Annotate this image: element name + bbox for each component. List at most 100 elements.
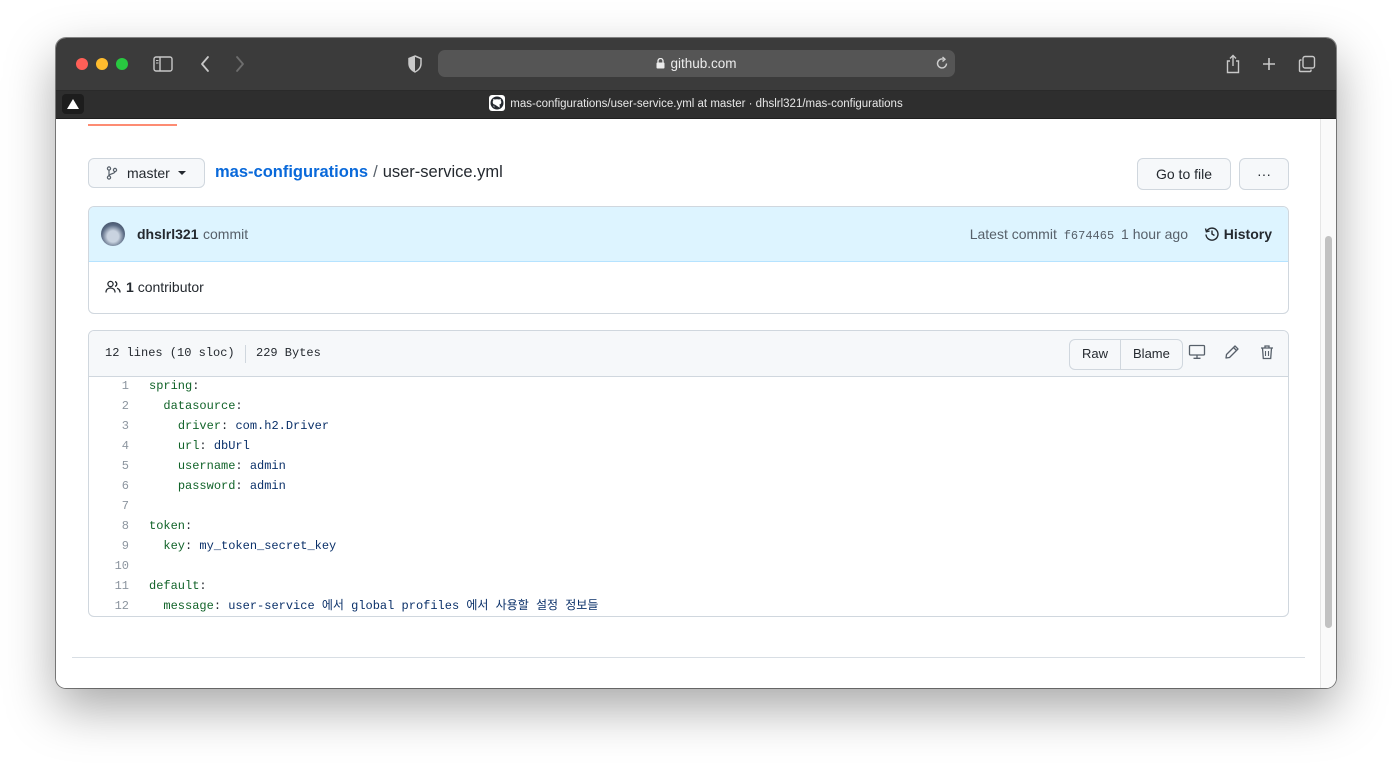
commit-time: 1 hour ago — [1121, 226, 1188, 242]
trash-icon[interactable] — [1259, 344, 1275, 364]
share-icon[interactable] — [1221, 52, 1245, 76]
commit-sha-link[interactable]: f674465 — [1064, 229, 1114, 243]
file-lines-info: 12 lines (10 sloc) — [105, 346, 235, 360]
yaml-separator: : — [213, 599, 229, 613]
commit-author-link[interactable]: dhslrl321 — [137, 226, 198, 242]
yaml-key: message — [163, 599, 214, 613]
code-line: 12 message: user-service 에서 global profi… — [89, 596, 599, 616]
caret-down-icon — [177, 171, 186, 175]
line-source: username: admin — [149, 456, 286, 476]
line-number[interactable]: 11 — [89, 576, 129, 596]
page-scrollbar[interactable] — [1320, 119, 1336, 688]
contributors-link[interactable]: 1 contributor — [105, 279, 204, 295]
line-number[interactable]: 2 — [89, 396, 129, 416]
line-number[interactable]: 8 — [89, 516, 129, 536]
browser-toolbar: github.com — [56, 38, 1336, 91]
yaml-key: url — [177, 439, 200, 453]
forward-icon[interactable] — [228, 52, 252, 76]
line-number[interactable]: 1 — [89, 376, 129, 396]
more-options-button[interactable]: ··· — [1239, 158, 1289, 190]
code-line: 9 key: my_token_secret_key — [89, 536, 336, 556]
page-content: master mas-configurations / user-service.y… — [56, 119, 1336, 688]
privacy-shield-icon[interactable] — [403, 52, 427, 76]
zoom-window-button[interactable] — [116, 58, 128, 70]
repo-link[interactable]: mas-configurations — [215, 163, 368, 181]
code-line: 8 token: — [89, 516, 192, 536]
yaml-value: user-service 에서 global profiles 에서 사용할 설… — [228, 599, 599, 613]
address-bar[interactable]: github.com — [438, 50, 955, 77]
line-number[interactable]: 10 — [89, 556, 129, 576]
line-source: key: my_token_secret_key — [149, 536, 336, 556]
latest-commit-label: Latest commit — [969, 226, 1057, 242]
footer-divider — [72, 657, 1305, 658]
url-text: github.com — [670, 56, 737, 71]
lock-icon — [656, 51, 665, 78]
yaml-key: spring — [149, 379, 193, 393]
line-number[interactable]: 9 — [89, 536, 129, 556]
tab-overview-icon[interactable] — [1295, 52, 1319, 76]
branch-select-button[interactable]: master — [88, 158, 205, 188]
breadcrumb: mas-configurations / user-service.yml — [215, 163, 503, 182]
git-branch-icon — [106, 166, 118, 180]
breadcrumb-separator: / — [373, 163, 378, 181]
yaml-separator: : — [192, 379, 200, 393]
active-tab[interactable]: mas-configurations/user-service.yml at m… — [56, 91, 1336, 118]
yaml-key: default — [149, 579, 200, 593]
reload-icon[interactable] — [935, 55, 949, 76]
line-number[interactable]: 3 — [89, 416, 129, 436]
line-number[interactable]: 6 — [89, 476, 129, 496]
pencil-icon[interactable] — [1224, 344, 1240, 364]
code-line: 1 spring: — [89, 376, 200, 396]
file-name: user-service.yml — [382, 163, 503, 181]
scrollbar-thumb[interactable] — [1325, 236, 1332, 628]
back-icon[interactable] — [193, 52, 217, 76]
yaml-key: driver — [177, 419, 222, 433]
code-line: 6 password: admin — [89, 476, 286, 496]
code-line: 10 — [89, 556, 129, 576]
yaml-value: admin — [249, 479, 286, 493]
code-line: 4 url: dbUrl — [89, 436, 250, 456]
yaml-separator: : — [221, 419, 236, 433]
yaml-separator: : — [235, 399, 243, 413]
github-favicon-icon — [489, 95, 506, 111]
branch-name: master — [127, 165, 170, 181]
contributors-label: contributor — [137, 279, 204, 295]
raw-button[interactable]: Raw — [1070, 340, 1122, 369]
minimize-window-button[interactable] — [96, 58, 108, 70]
tab-bar: mas-configurations/user-service.yml at m… — [56, 91, 1336, 119]
line-number[interactable]: 12 — [89, 596, 129, 616]
commit-message-link[interactable]: commit — [203, 226, 248, 242]
browser-window: github.com mas-configurations/user-servi… — [56, 38, 1336, 688]
desktop-icon[interactable] — [1188, 344, 1206, 364]
code-listing: 1 spring: 2 datasource: 3 driver: com.h2.Dr… — [89, 376, 1288, 616]
file-header: 12 lines (10 sloc) 229 Bytes Raw Blame — [89, 331, 1288, 377]
yaml-value: my_token_secret_key — [199, 539, 337, 553]
blame-button[interactable]: Blame — [1121, 340, 1182, 369]
line-number[interactable]: 7 — [89, 496, 129, 516]
yaml-key: username — [177, 459, 236, 473]
file-size: 229 Bytes — [256, 346, 321, 360]
history-icon — [1204, 227, 1219, 241]
line-number[interactable]: 5 — [89, 456, 129, 476]
line-source: url: dbUrl — [149, 436, 250, 456]
history-link[interactable]: History — [1204, 226, 1272, 242]
raw-blame-group: Raw Blame — [1069, 339, 1183, 370]
file-viewer: 12 lines (10 sloc) 229 Bytes Raw Blame 1… — [88, 330, 1289, 617]
selected-nav-underline — [88, 124, 177, 126]
new-tab-icon[interactable] — [1257, 52, 1281, 76]
avatar[interactable] — [101, 222, 125, 246]
sidebar-toggle-icon[interactable] — [151, 52, 175, 76]
yaml-key: password — [177, 479, 236, 493]
people-icon — [105, 280, 121, 293]
go-to-file-button[interactable]: Go to file — [1137, 158, 1231, 190]
code-line: 7 — [89, 496, 129, 516]
close-window-button[interactable] — [76, 58, 88, 70]
line-number[interactable]: 4 — [89, 436, 129, 456]
yaml-separator: : — [185, 519, 193, 533]
yaml-separator: : — [199, 579, 207, 593]
line-source: default: — [149, 576, 207, 596]
